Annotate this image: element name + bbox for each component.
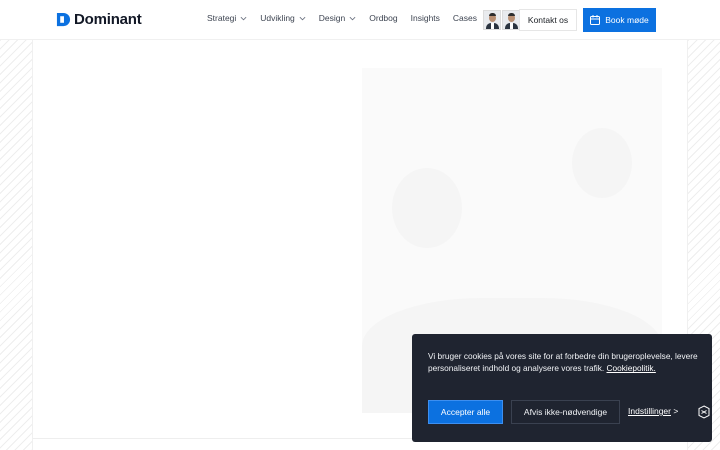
chevron-down-icon: [349, 16, 356, 20]
left-hatch-pattern: [0, 40, 32, 450]
nav-item-design[interactable]: Design: [319, 13, 356, 23]
nav-item-strategi[interactable]: Strategi: [207, 13, 247, 23]
nav-item-cases[interactable]: Cases: [453, 13, 477, 23]
settings-arrow: >: [673, 406, 679, 416]
settings-label: Indstillinger: [628, 406, 671, 416]
reject-nonessential-button[interactable]: Afvis ikke-nødvendige: [511, 400, 620, 424]
nav-label: Insights: [410, 13, 440, 23]
site-header: Dominant Strategi Udvikling Design Ordbo…: [0, 0, 720, 40]
nav-item-udvikling[interactable]: Udvikling: [260, 13, 306, 23]
cookie-text: Vi bruger cookies på vores site for at f…: [428, 351, 698, 374]
brand-name: Dominant: [74, 11, 142, 28]
avatar: [483, 10, 501, 30]
nav-label: Cases: [452, 13, 478, 23]
team-avatars[interactable]: [483, 10, 521, 30]
cookie-settings-link[interactable]: Indstillinger >: [628, 406, 678, 416]
chevron-down-icon: [240, 16, 247, 20]
contact-button[interactable]: Kontakt os: [519, 9, 577, 31]
logo[interactable]: Dominant: [56, 11, 142, 28]
chevron-down-icon: [299, 16, 306, 20]
nav-label: Ordbog: [369, 13, 398, 23]
logo-mark-icon: [56, 12, 71, 27]
nav-item-insights[interactable]: Insights: [411, 13, 440, 23]
nav-label: Udvikling: [260, 13, 295, 23]
avatar: [502, 10, 520, 30]
cookie-policy-link[interactable]: Cookiepolitik.: [607, 363, 656, 373]
cookie-message: Vi bruger cookies på vores site for at f…: [428, 350, 700, 375]
calendar-icon: [590, 15, 601, 25]
book-meeting-button[interactable]: Book møde: [583, 8, 656, 32]
nav-label: Design: [318, 13, 346, 23]
book-meeting-label: Book møde: [605, 15, 649, 25]
nav-label: Strategi: [207, 13, 237, 23]
cookie-consent-icon[interactable]: [697, 405, 711, 419]
nav-item-ordbog[interactable]: Ordbog: [369, 13, 397, 23]
main-nav: Strategi Udvikling Design Ordbog Insight…: [207, 13, 490, 23]
cookie-banner: Vi bruger cookies på vores site for at f…: [412, 334, 712, 442]
accept-all-button[interactable]: Accepter alle: [428, 400, 503, 424]
